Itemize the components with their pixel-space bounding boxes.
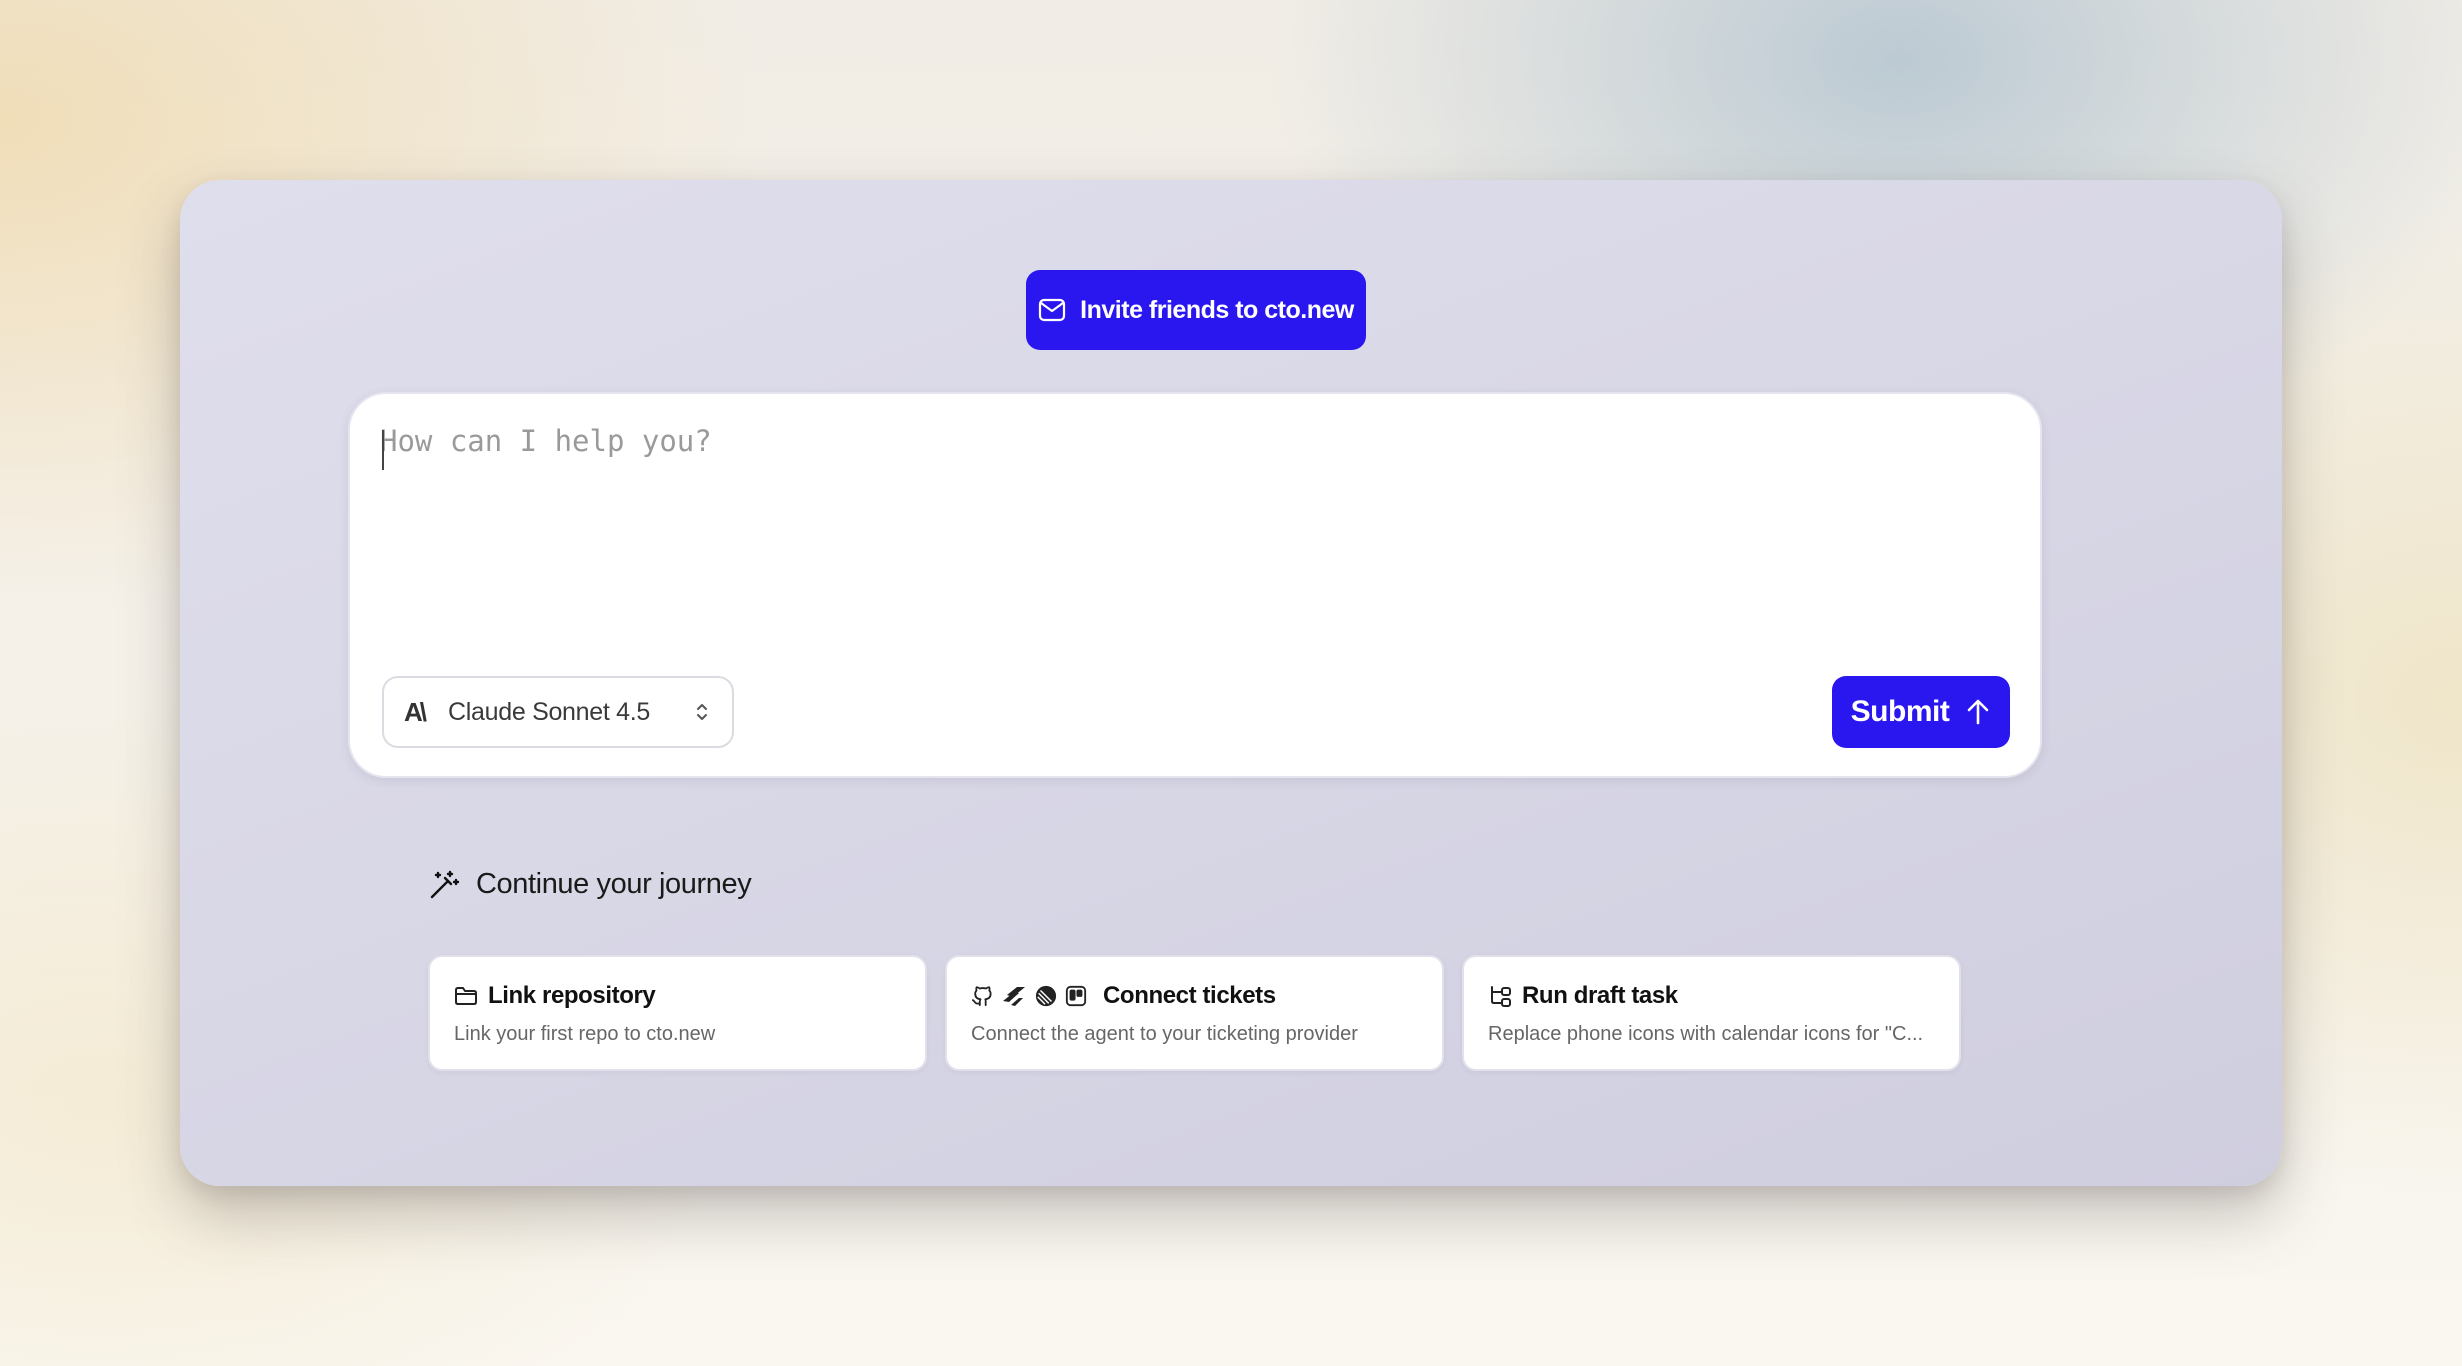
card-description: Link your first repo to cto.new bbox=[454, 1023, 716, 1045]
jira-icon bbox=[1001, 985, 1027, 1007]
text-caret bbox=[382, 430, 384, 470]
invite-label: Invite friends to cto.new bbox=[1080, 295, 1354, 324]
github-icon bbox=[971, 985, 993, 1007]
main-panel: Invite friends to cto.new A\ Claude Sonn… bbox=[180, 180, 2282, 1186]
prompt-card: A\ Claude Sonnet 4.5 Submit bbox=[348, 392, 2042, 778]
card-link-repository[interactable]: Link repository Link your first repo to … bbox=[428, 955, 927, 1071]
card-title: Run draft task bbox=[1522, 982, 1678, 1009]
mail-icon bbox=[1038, 298, 1066, 322]
model-selected-label: Claude Sonnet 4.5 bbox=[448, 697, 651, 726]
linear-icon bbox=[1035, 985, 1057, 1007]
card-connect-tickets[interactable]: Connect tickets Connect the agent to you… bbox=[945, 955, 1444, 1071]
invite-friends-button[interactable]: Invite friends to cto.new bbox=[1026, 270, 1366, 350]
card-run-draft-task[interactable]: Run draft task Replace phone icons with … bbox=[1462, 955, 1961, 1071]
model-select[interactable]: A\ Claude Sonnet 4.5 bbox=[382, 676, 734, 748]
journey-header: Continue your journey bbox=[428, 868, 752, 901]
anthropic-logo-icon: A\ bbox=[404, 696, 427, 727]
card-description: Connect the agent to your ticketing prov… bbox=[971, 1023, 1358, 1045]
submit-label: Submit bbox=[1850, 695, 1950, 728]
integration-icons bbox=[971, 985, 1087, 1007]
magic-wand-icon bbox=[428, 869, 460, 901]
folder-icon bbox=[454, 985, 478, 1007]
card-description: Replace phone icons with calendar icons … bbox=[1488, 1023, 1924, 1045]
workflow-icon bbox=[1488, 985, 1512, 1007]
card-title: Connect tickets bbox=[1103, 982, 1276, 1009]
journey-cards: Link repository Link your first repo to … bbox=[428, 955, 1961, 1071]
prompt-input[interactable] bbox=[380, 424, 2000, 624]
card-title: Link repository bbox=[488, 982, 656, 1009]
journey-title: Continue your journey bbox=[476, 868, 752, 900]
chevron-up-down-icon bbox=[694, 700, 710, 724]
submit-button[interactable]: Submit bbox=[1832, 676, 2010, 748]
trello-icon bbox=[1065, 985, 1087, 1007]
arrow-up-icon bbox=[1965, 698, 1991, 726]
